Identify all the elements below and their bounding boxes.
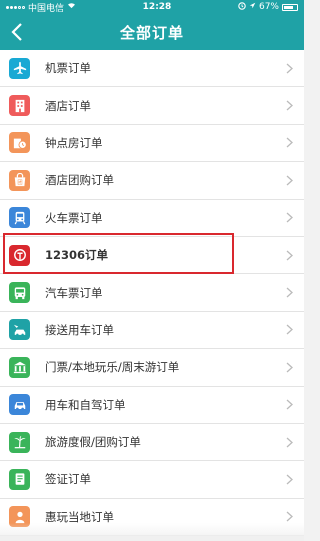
pickup-car-icon: [9, 319, 30, 341]
order-label: 酒店团购订单: [45, 173, 114, 188]
order-row-bus[interactable]: 汽车票订单: [0, 274, 304, 312]
order-label: 接送用车订单: [45, 322, 114, 337]
ticket-building-icon: [9, 356, 30, 378]
carrier-text: 中国电信: [28, 3, 65, 14]
battery-percent: 67%: [258, 2, 279, 12]
airplane-icon: [9, 57, 30, 79]
visa-icon: [9, 468, 30, 490]
order-label: 汽车票订单: [45, 285, 103, 300]
chevron-right-icon: [284, 287, 294, 298]
chevron-right-icon: [284, 511, 294, 522]
status-time: 12:28: [142, 2, 172, 12]
signal-icon: [6, 5, 25, 9]
chevron-right-icon: [284, 212, 294, 223]
palm-tree-icon: [9, 431, 30, 453]
chevron-right-icon: [284, 100, 294, 111]
chevron-right-icon: [284, 250, 294, 261]
order-row-train[interactable]: 火车票订单: [0, 199, 304, 237]
order-label: 签证订单: [45, 472, 91, 487]
chevron-right-icon: [284, 399, 294, 410]
chevron-right-icon: [284, 137, 294, 148]
car-icon: [9, 394, 30, 416]
alarm-icon: [238, 1, 246, 13]
order-row-12306[interactable]: 12306订单: [0, 236, 304, 275]
chevron-left-icon: [11, 23, 22, 41]
bottom-fade: [0, 523, 304, 541]
hotel-building-icon: [9, 95, 30, 117]
order-label: 机票订单: [45, 61, 91, 76]
group-buy-bag-icon: 团: [9, 169, 30, 191]
order-label: 旅游度假/团购订单: [45, 435, 141, 450]
order-label: 酒店订单: [45, 98, 91, 113]
chevron-right-icon: [284, 175, 294, 186]
battery-icon: [282, 3, 298, 11]
order-row-flight[interactable]: 机票订单: [0, 50, 304, 88]
railway-logo-icon: [9, 244, 30, 266]
bus-icon: [9, 282, 30, 304]
chevron-right-icon: [284, 362, 294, 373]
order-list: 机票订单 酒店订单 钟点房订单 团 酒店团购订单 火车票订单 12306订单 汽…: [0, 50, 304, 537]
order-label: 用车和自驾订单: [45, 397, 126, 412]
order-row-hotel[interactable]: 酒店订单: [0, 87, 304, 125]
svg-text:团: 团: [17, 179, 22, 186]
clock-hotel-icon: [9, 132, 30, 154]
order-row-visa[interactable]: 签证订单: [0, 461, 304, 499]
order-row-hourly-room[interactable]: 钟点房订单: [0, 124, 304, 163]
order-row-pickup-car[interactable]: 接送用车订单: [0, 311, 304, 350]
status-right: 67%: [238, 1, 298, 13]
chevron-right-icon: [284, 474, 294, 485]
wifi-icon: [67, 2, 76, 12]
order-row-vacation[interactable]: 旅游度假/团购订单: [0, 423, 304, 462]
location-icon: [249, 2, 256, 12]
page-title: 全部订单: [119, 23, 184, 42]
status-left: 中国电信: [6, 1, 76, 14]
chevron-right-icon: [284, 324, 294, 335]
order-row-car-rental[interactable]: 用车和自驾订单: [0, 386, 304, 424]
order-row-tickets-local[interactable]: 门票/本地玩乐/周末游订单: [0, 349, 304, 387]
chevron-right-icon: [284, 63, 294, 74]
back-button[interactable]: [2, 14, 32, 50]
train-icon: [9, 207, 30, 229]
order-label: 门票/本地玩乐/周末游订单: [45, 360, 180, 375]
order-row-hotel-group-buy[interactable]: 团 酒店团购订单: [0, 162, 304, 200]
order-label: 12306订单: [45, 248, 109, 263]
status-bar: 中国电信 12:28 67%: [0, 0, 304, 14]
order-label: 火车票订单: [45, 210, 103, 225]
nav-header: 全部订单: [0, 14, 304, 50]
chevron-right-icon: [284, 437, 294, 448]
order-label: 钟点房订单: [45, 135, 103, 150]
